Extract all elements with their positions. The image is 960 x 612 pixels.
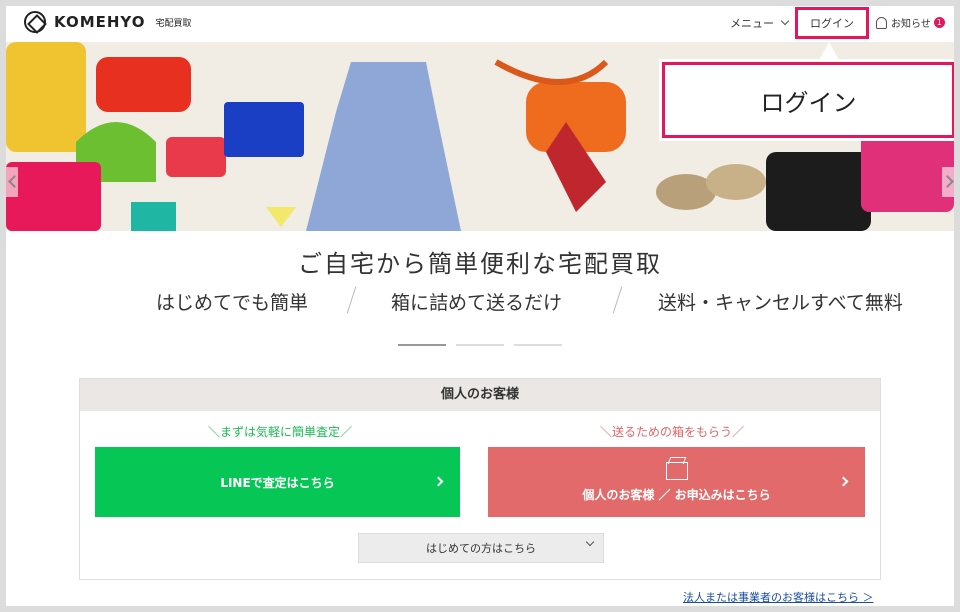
box-subtext: ＼送るための箱をもらう／ [600,425,745,439]
notice-button[interactable]: お知らせ 1 [876,15,945,30]
pink-wallet [6,162,101,231]
menu-button[interactable]: メニュー [730,15,790,31]
page-frame: KOMEHYO 宅配買取 メニュー ログイン お知らせ 1 ログイン ご自宅から… [6,6,954,606]
carousel-prev-button[interactable] [6,167,18,197]
hero-tagline: ご自宅から簡単便利な宅配買取 [298,250,662,278]
chevron-down-icon [585,537,595,547]
login-label: ログイン [810,17,854,30]
slide-indicator[interactable] [514,344,562,346]
line-assessment-button[interactable]: LINEで査定はこちら [95,447,460,517]
first-time-dropdown[interactable]: はじめての方はこちら [358,533,604,563]
feature-divider [612,286,623,314]
slide-indicator-active[interactable] [398,344,446,346]
feature-easy: はじめてでも簡単 [156,292,309,314]
carousel-next-button[interactable] [942,167,954,197]
card-heading: 個人のお客様 [80,379,880,411]
login-button[interactable]: ログイン [795,7,869,39]
slide-indicator[interactable] [456,344,504,346]
sandals-right [706,164,766,200]
chevron-right-icon [433,476,444,487]
brand-logo[interactable]: KOMEHYO 宅配買取 [24,11,192,33]
menu-label: メニュー [730,17,774,30]
notice-label: お知らせ [891,19,931,30]
teal-card [131,202,176,231]
callout-label: ログイン [760,88,857,117]
feature-send: 箱に詰めて送るだけ [391,292,563,314]
brand-name: KOMEHYO [54,13,146,31]
box-request-button[interactable]: 個人のお客様 ／ お申込みはこちら [488,447,865,517]
dropdown-label: はじめての方はこちら [426,542,536,555]
corporate-customer-link[interactable]: 法人または事業者のお客様はこちら ＞ [683,589,874,605]
feature-free: 送料・キャンセルすべて無料 [658,292,903,314]
notice-count-badge: 1 [933,17,945,28]
black-bag [766,152,871,231]
bell-icon [876,16,887,29]
logo-icon [24,11,46,33]
chevron-down-icon [780,16,790,26]
yellow-tote [6,42,86,152]
red-bag [96,57,191,112]
callout-pointer [818,42,840,62]
line-subtext: ＼まずは気軽に簡単査定／ [208,425,353,439]
personal-customer-card: 個人のお客様 ＼まずは気軽に簡単査定／ ＼送るための箱をもらう／ LINEで査定… [79,378,881,580]
site-header: KOMEHYO 宅配買取 メニュー ログイン お知らせ 1 [6,6,954,42]
blue-bag [224,102,304,157]
box-button-label: 個人のお客様 ／ お申込みはこちら [582,487,771,502]
red-card-holder [166,137,226,177]
brand-subtitle: 宅配買取 [155,18,192,29]
chevron-right-icon [838,476,849,487]
login-callout: ログイン [662,62,954,138]
feature-divider [346,286,357,314]
box-icon [665,461,688,480]
line-button-label: LINEで査定はこちら [220,475,335,490]
